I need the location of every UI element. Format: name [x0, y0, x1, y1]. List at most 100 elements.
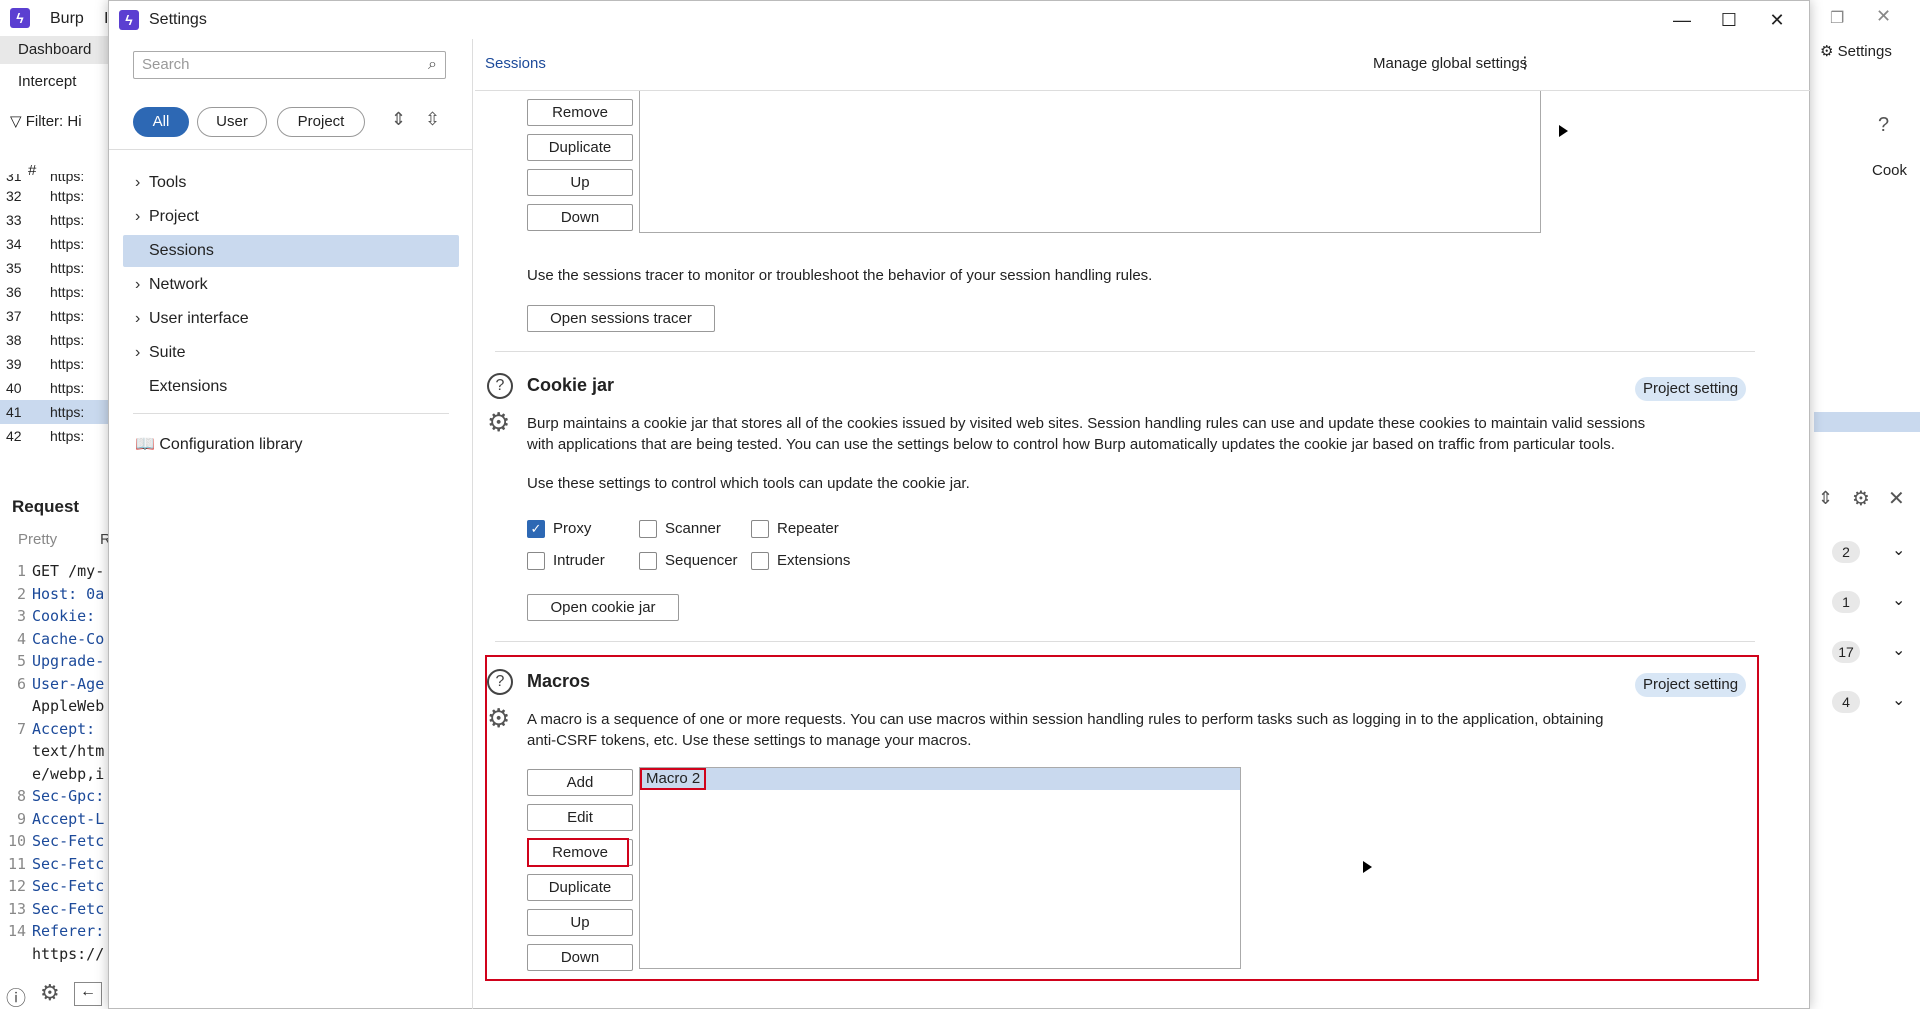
- filter-all-button[interactable]: All: [133, 107, 189, 137]
- table-row[interactable]: 35 https:: [0, 256, 110, 280]
- collapse-all-icon[interactable]: ⇳: [425, 109, 440, 130]
- code-line: 3 Cookie:: [0, 605, 104, 628]
- column-header-cookies[interactable]: Cook: [1872, 162, 1907, 179]
- checkbox-repeater[interactable]: Repeater: [751, 519, 839, 539]
- session-rules-list[interactable]: [639, 91, 1541, 233]
- chevron-down-icon[interactable]: ⌄: [1892, 540, 1905, 560]
- close-icon-bg[interactable]: ✕: [1876, 6, 1891, 27]
- macro-edit-button[interactable]: Edit: [527, 804, 633, 831]
- maximize-icon[interactable]: ☐: [1716, 7, 1742, 33]
- checkbox-extensions[interactable]: Extensions: [751, 551, 850, 571]
- nav-item-sessions[interactable]: Sessions: [123, 235, 459, 267]
- chevron-down-icon[interactable]: ⌄: [1892, 640, 1905, 660]
- search-input[interactable]: Search ⌕: [133, 51, 446, 79]
- filter-icon: ▽: [10, 113, 26, 130]
- code-text: Accept-L: [32, 809, 105, 828]
- macro-up-button[interactable]: Up: [527, 909, 633, 936]
- help-icon[interactable]: ?: [487, 669, 513, 695]
- nav-item-suite[interactable]: › Suite: [123, 337, 459, 369]
- checkbox-intruder[interactable]: Intruder: [527, 551, 605, 571]
- open-cookie-jar-button[interactable]: Open cookie jar: [527, 594, 679, 621]
- gear-icon-inspector[interactable]: ⚙: [1852, 486, 1870, 511]
- macro-duplicate-button[interactable]: Duplicate: [527, 874, 633, 901]
- line-number: 6: [16, 674, 26, 693]
- code-line: 5 Upgrade-: [0, 650, 104, 673]
- rules-down-button[interactable]: Down: [527, 204, 633, 231]
- table-row[interactable]: 36 https:: [0, 280, 110, 304]
- table-row[interactable]: 37 https:: [0, 304, 110, 328]
- expand-all-icon[interactable]: ⇕: [391, 109, 406, 130]
- open-sessions-tracer-button[interactable]: Open sessions tracer: [527, 305, 715, 332]
- breadcrumb[interactable]: Sessions: [485, 55, 546, 72]
- table-row[interactable]: 41 https:: [0, 400, 110, 424]
- back-arrow-icon[interactable]: ←: [74, 982, 102, 1006]
- macros-title: Macros: [527, 671, 591, 691]
- expand-arrow-icon[interactable]: [1559, 125, 1568, 137]
- code-line: 12 Sec-Fetc: [0, 875, 104, 898]
- code-line: AppleWeb: [0, 695, 104, 718]
- code-text: User-Age: [32, 674, 105, 693]
- rules-remove-button[interactable]: Remove: [527, 99, 633, 126]
- code-line: 8 Sec-Gpc:: [0, 785, 104, 808]
- checkbox-proxy[interactable]: ✓ Proxy: [527, 519, 591, 539]
- checkbox-unchecked-icon: [639, 552, 657, 571]
- chevron-down-icon[interactable]: ⌄: [1892, 690, 1905, 710]
- configuration-library-link[interactable]: 📖 Configuration library: [123, 429, 459, 461]
- table-row[interactable]: 31 https:: [0, 174, 110, 184]
- table-row[interactable]: 32 https:: [0, 184, 110, 208]
- burp-logo-icon: ϟ: [119, 10, 139, 30]
- configuration-library-label: Configuration library: [159, 436, 303, 453]
- macros-list[interactable]: Macro 2: [639, 767, 1241, 969]
- rules-duplicate-button[interactable]: Duplicate: [527, 134, 633, 161]
- cookie-jar-description: Burp maintains a cookie jar that stores …: [527, 415, 1646, 432]
- rules-up-button[interactable]: Up: [527, 169, 633, 196]
- row-url: https:: [50, 284, 85, 300]
- nav-item-extensions[interactable]: Extensions: [123, 371, 459, 403]
- restore-icon[interactable]: ❐: [1830, 8, 1844, 28]
- nav-item-network[interactable]: › Network: [123, 269, 459, 301]
- macro-down-button[interactable]: Down: [527, 944, 633, 971]
- filter-bar[interactable]: ▽ Filter: Hi: [10, 112, 82, 130]
- burp-right-panel: ❐ ✕ ⚙ Settings ? Cook ⇕ ⚙ ✕: [1810, 0, 1920, 1009]
- code-text: Accept:: [32, 719, 96, 738]
- collapse-icon[interactable]: ⇕: [1818, 488, 1833, 509]
- nav-item-user-interface[interactable]: › User interface: [123, 303, 459, 335]
- gear-icon[interactable]: ⚙: [487, 409, 510, 435]
- table-row[interactable]: 38 https:: [0, 328, 110, 352]
- table-row[interactable]: 34 https:: [0, 232, 110, 256]
- manage-global-settings-link[interactable]: Manage global settings: [1373, 55, 1527, 72]
- code-text: Cache-Co: [32, 629, 105, 648]
- line-number: 13: [7, 899, 26, 918]
- help-icon-right[interactable]: ?: [1878, 114, 1889, 137]
- code-text: Host: 0a: [32, 584, 105, 603]
- help-icon[interactable]: ?: [487, 373, 513, 399]
- table-row[interactable]: 39 https:: [0, 352, 110, 376]
- checkbox-scanner[interactable]: Scanner: [639, 519, 721, 539]
- row-number: 35: [6, 260, 22, 276]
- close-inspector-icon[interactable]: ✕: [1888, 486, 1905, 511]
- macro-add-button[interactable]: Add: [527, 769, 633, 796]
- gear-icon[interactable]: ⚙: [487, 705, 510, 731]
- more-options-icon[interactable]: ⋮: [1517, 53, 1533, 73]
- help-icon[interactable]: ⓘ: [6, 982, 26, 1009]
- filter-project-button[interactable]: Project: [277, 107, 365, 137]
- minimize-icon[interactable]: —: [1669, 7, 1695, 33]
- tab-intercept[interactable]: Intercept: [0, 68, 110, 96]
- close-icon[interactable]: ✕: [1764, 7, 1790, 33]
- checkbox-sequencer[interactable]: Sequencer: [639, 551, 738, 571]
- expand-arrow-icon[interactable]: [1363, 861, 1372, 873]
- settings-link[interactable]: ⚙ Settings: [1820, 42, 1892, 60]
- nav-item-tools[interactable]: › Tools: [123, 167, 459, 199]
- request-tab-pretty[interactable]: Pretty: [18, 531, 57, 548]
- chevron-down-icon[interactable]: ⌄: [1892, 590, 1905, 610]
- table-row[interactable]: 42 https:: [0, 424, 110, 448]
- table-row[interactable]: 40 https:: [0, 376, 110, 400]
- tab-dashboard[interactable]: Dashboard: [0, 36, 110, 64]
- nav-item-project[interactable]: › Project: [123, 201, 459, 233]
- row-url: https:: [50, 308, 85, 324]
- table-row[interactable]: 33 https:: [0, 208, 110, 232]
- gear-icon[interactable]: ⚙: [40, 980, 60, 1006]
- list-item[interactable]: Macro 2: [640, 768, 1240, 790]
- filter-user-button[interactable]: User: [197, 107, 267, 137]
- row-number: 38: [6, 332, 22, 348]
